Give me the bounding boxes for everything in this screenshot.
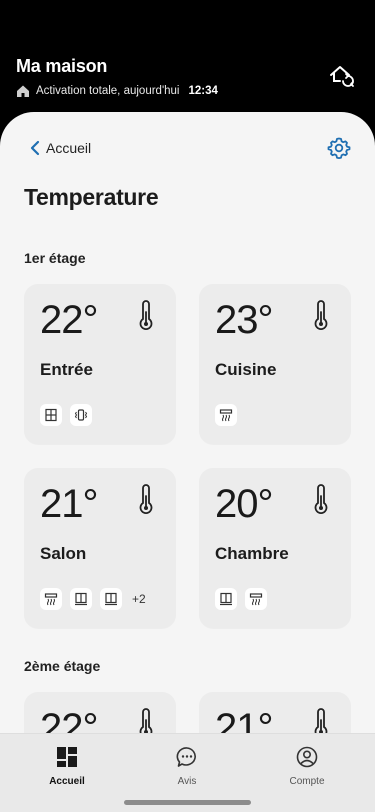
room-name: Entrée [40, 360, 93, 379]
status-text: Activation totale, aujourd'hui [36, 85, 180, 97]
device-list [215, 588, 267, 610]
thermometer-icon [314, 300, 328, 330]
room-card-entree[interactable]: 22° Entrée [24, 284, 176, 444]
status-time: 12:34 [188, 85, 218, 97]
room-temperature: 20° [215, 482, 273, 526]
switch-home-icon[interactable] [327, 62, 355, 90]
dashboard-icon [57, 747, 77, 767]
back-label: Accueil [46, 140, 92, 156]
room-temperature: 23° [215, 298, 273, 342]
room-temperature: 21° [40, 482, 98, 526]
room-name: Salon [40, 544, 87, 563]
tab-label: Compte [289, 776, 325, 787]
window-icon [70, 588, 92, 610]
device-list [40, 404, 92, 426]
account-icon [296, 746, 318, 768]
page-title: Temperature [24, 184, 159, 210]
window-icon [40, 404, 62, 426]
room-name: Cuisine [215, 360, 277, 379]
window-icon [100, 588, 122, 610]
tab-accueil[interactable]: Accueil [17, 746, 117, 787]
tab-bar: Accueil Avis Compte [0, 733, 375, 812]
room-name: Chambre [215, 544, 289, 563]
room-card-cuisine[interactable]: 23° Cuisine [199, 284, 351, 444]
more-devices-count: +2 [132, 592, 146, 606]
tab-avis[interactable]: Avis [137, 746, 237, 787]
thermometer-icon [314, 484, 328, 514]
section-title-1er-etage: 1er étage [24, 250, 86, 266]
home-name[interactable]: Ma maison [16, 56, 107, 77]
nav-bar: Accueil [0, 112, 375, 188]
chat-bubble-icon [176, 747, 196, 767]
activation-status: Activation totale, aujourd'hui 12:34 [16, 84, 218, 98]
header: Ma maison Activation totale, aujourd'hui… [0, 0, 375, 130]
temperature-sheet: Accueil Temperature 1er étage 22° Entrée… [0, 112, 375, 812]
house-icon [17, 85, 29, 97]
thermometer-icon [139, 484, 153, 514]
back-button[interactable]: Accueil [30, 140, 91, 156]
gear-icon[interactable] [327, 136, 351, 160]
section-title-2eme-etage: 2ème étage [24, 658, 101, 674]
radiator-icon [215, 404, 237, 426]
device-list: +2 [40, 588, 146, 610]
device-list [215, 404, 237, 426]
radiator-icon [40, 588, 62, 610]
tab-label: Accueil [49, 776, 85, 787]
home-indicator [124, 800, 251, 805]
radiator-icon [245, 588, 267, 610]
tab-label: Avis [177, 776, 197, 787]
room-card-chambre[interactable]: 20° Chambre [199, 468, 351, 628]
thermometer-icon [139, 300, 153, 330]
room-temperature: 22° [40, 298, 98, 342]
window-icon [215, 588, 237, 610]
vibration-icon [70, 404, 92, 426]
tab-compte[interactable]: Compte [257, 746, 357, 787]
room-card-salon[interactable]: 21° Salon +2 [24, 468, 176, 628]
chevron-left-icon [30, 140, 40, 156]
